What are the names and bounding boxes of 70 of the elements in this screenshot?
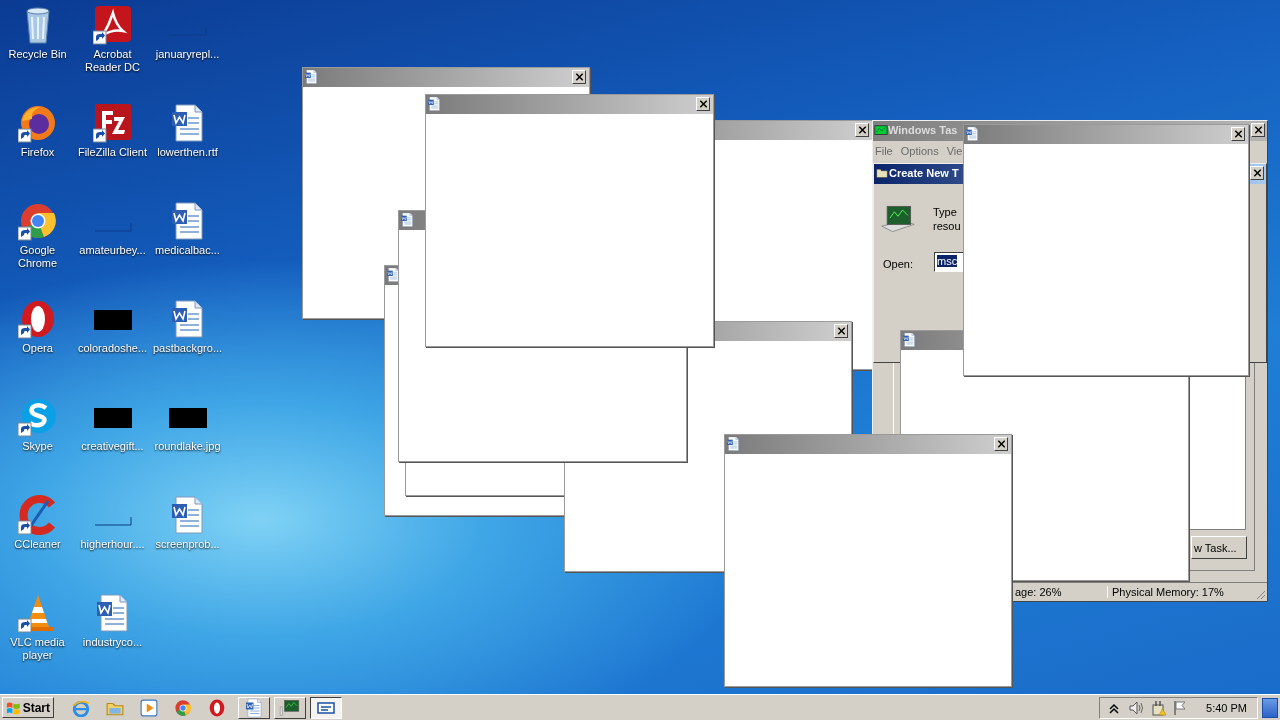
desktop-icon[interactable]: lowerthen.rtf (150, 103, 225, 201)
desktop-icon[interactable]: Firefox (0, 103, 75, 201)
close-icon (857, 126, 867, 134)
desktop-icon[interactable]: pastbackgro... (150, 299, 225, 397)
desktop-icon[interactable]: Acrobat Reader DC (75, 5, 150, 103)
flag-icon[interactable] (1172, 699, 1189, 716)
close-icon (996, 440, 1006, 448)
close-button[interactable] (1251, 123, 1265, 137)
dialog-icon (316, 699, 336, 716)
document-icon (305, 70, 317, 84)
window-title: Windows Tas (888, 124, 958, 136)
close-icon (574, 73, 584, 81)
close-button[interactable] (1250, 166, 1264, 180)
menu-item[interactable]: Vie (946, 145, 963, 157)
close-button[interactable] (1231, 127, 1245, 141)
computer-icon (880, 204, 916, 234)
field-label: Open: (883, 258, 913, 270)
desktop-icon[interactable]: industryco... (75, 593, 150, 691)
desktop-icon[interactable]: Opera (0, 299, 75, 397)
taskbar-button[interactable] (310, 696, 342, 719)
document-group-button[interactable] (238, 696, 270, 719)
start-button[interactable]: Start (2, 697, 54, 718)
close-icon (1233, 130, 1243, 138)
folder-icon (875, 167, 889, 179)
document-icon (903, 333, 915, 347)
close-icon (1252, 169, 1262, 177)
desktop-icon[interactable]: higherhour.... (75, 495, 150, 593)
document-icon (727, 437, 739, 451)
desktop-icon[interactable]: Google Chrome (0, 201, 75, 299)
close-button[interactable] (696, 97, 710, 111)
desktop-icon[interactable]: Recycle Bin (0, 5, 75, 103)
network-warning-icon[interactable] (1150, 699, 1167, 716)
desktop-icon[interactable]: CCleaner (0, 495, 75, 593)
prompt-text: Type (933, 206, 957, 218)
open-field[interactable]: msc (934, 252, 964, 272)
status-text: age: 26% (1015, 586, 1062, 598)
close-button[interactable] (834, 324, 848, 338)
desktop-icon[interactable]: Skype (0, 397, 75, 495)
status-text: Physical Memory: 17% (1107, 586, 1224, 598)
document-icon (401, 213, 413, 227)
close-icon (1253, 126, 1263, 134)
clock[interactable]: 5:40 PM (1206, 701, 1247, 714)
browser-icon[interactable] (208, 698, 226, 717)
document-icon (428, 97, 440, 111)
monitor-icon (874, 124, 888, 138)
document-icon (966, 127, 978, 141)
computer-icon (279, 698, 301, 717)
close-button[interactable] (994, 437, 1008, 451)
close-icon (836, 327, 846, 335)
resize-grip-icon (1254, 588, 1266, 600)
desktop-icon[interactable]: medicalbac... (150, 201, 225, 299)
prompt-text: resou (933, 220, 961, 232)
menu-item[interactable]: Options (900, 145, 939, 157)
desktop-icon[interactable]: VLC media player (0, 593, 75, 691)
close-button[interactable] (572, 70, 586, 84)
close-button[interactable] (855, 123, 869, 137)
show-desktop-button[interactable] (1262, 697, 1278, 718)
browser-icon[interactable] (174, 698, 192, 717)
dialog-title: Create New T (889, 167, 959, 179)
menu-item[interactable]: File (875, 145, 893, 157)
close-icon (698, 100, 708, 108)
desktop-icon[interactable]: FileZilla Client (75, 103, 150, 201)
speaker-icon[interactable] (1128, 699, 1145, 716)
new-task-button[interactable]: w Task... (1191, 536, 1247, 559)
desktop-icon[interactable]: amateurbey... (75, 201, 150, 299)
desktop-icon[interactable]: coloradoshe... (75, 299, 150, 397)
media-player-icon[interactable] (140, 698, 158, 717)
desktop-icon[interactable]: januaryrepl... (150, 5, 225, 103)
desktop-icon[interactable]: creativegift... (75, 397, 150, 495)
desktop-icon[interactable]: roundlake.jpg (150, 397, 225, 495)
